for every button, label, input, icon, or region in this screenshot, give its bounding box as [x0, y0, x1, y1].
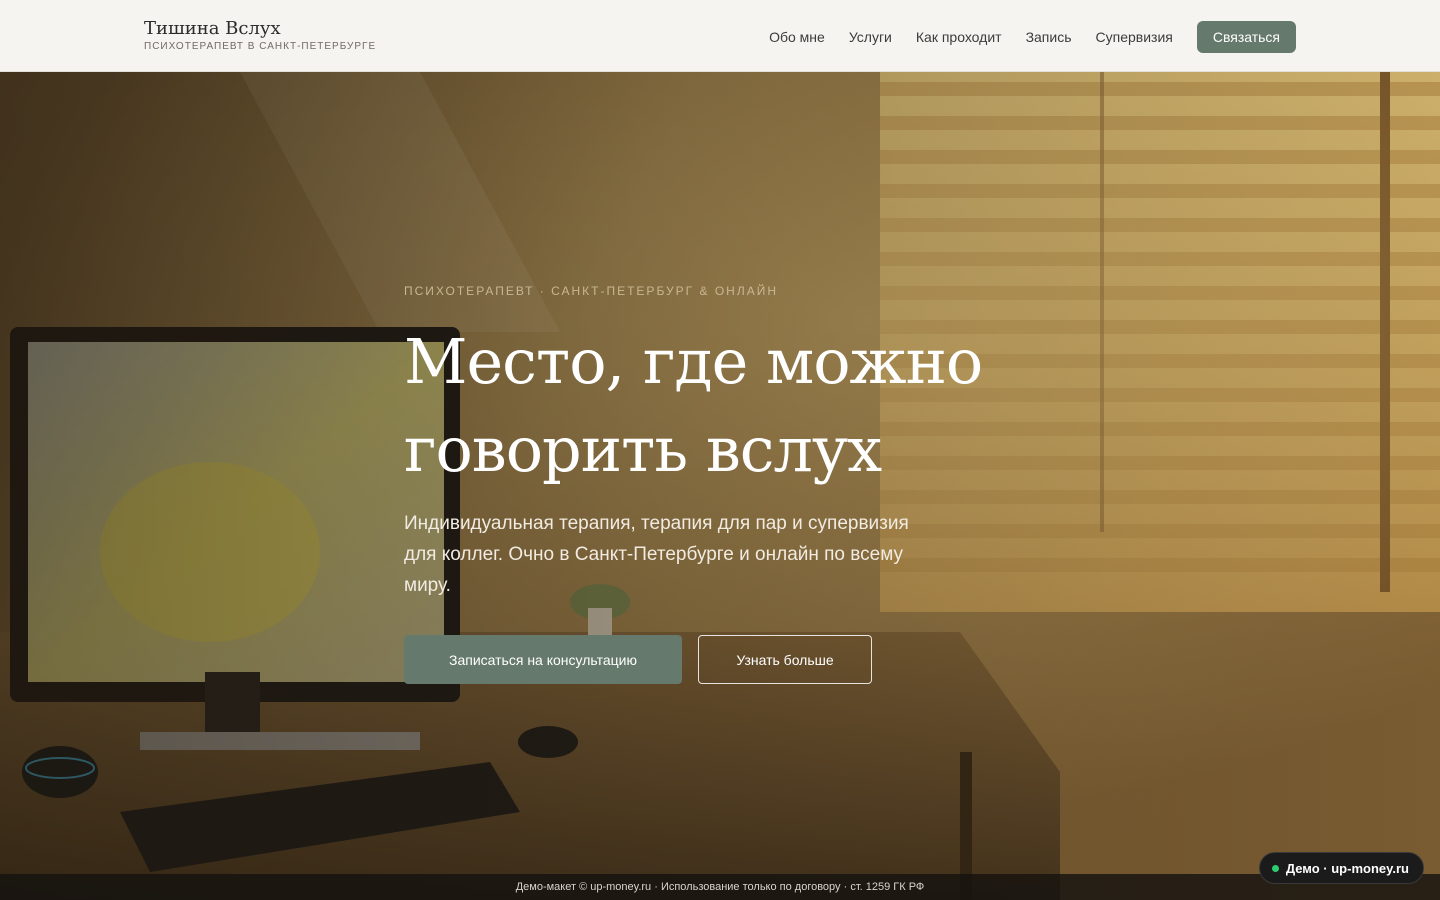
- footer-notice-text: Демо-макет © up-money.ru · Использование…: [515, 881, 925, 893]
- hero-eyebrow: ПСИХОТЕРАПЕВТ · САНКТ-ПЕТЕРБУРГ & ОНЛАЙН: [404, 284, 779, 298]
- book-consultation-button[interactable]: Записаться на консультацию: [404, 635, 682, 684]
- learn-more-button[interactable]: Узнать больше: [698, 635, 872, 684]
- contact-button[interactable]: Связаться: [1196, 21, 1296, 53]
- nav-item-about[interactable]: Обо мне: [769, 29, 825, 45]
- footer-notice: Демо-макет © up-money.ru · Использование…: [0, 874, 1440, 900]
- main-nav: Обо мне Услуги Как проходит Запись Супер…: [769, 21, 1296, 53]
- nav-item-how-it-works[interactable]: Как проходит: [916, 29, 1002, 45]
- demo-badge-label: Демо · up-money.ru: [1285, 860, 1409, 876]
- hero-title-line2: говорить вслух: [404, 413, 882, 486]
- hero-title-line1: Место, где можно: [404, 325, 983, 398]
- brand-logo[interactable]: Тишина Вслух ПСИХОТЕРАПЕВТ В САНКТ-ПЕТЕР…: [144, 18, 376, 52]
- nav-item-booking[interactable]: Запись: [1026, 29, 1072, 45]
- site-header: Тишина Вслух ПСИХОТЕРАПЕВТ В САНКТ-ПЕТЕР…: [0, 0, 1440, 72]
- demo-badge[interactable]: Демо · up-money.ru: [1258, 852, 1424, 884]
- brand-tagline: ПСИХОТЕРАПЕВТ В САНКТ-ПЕТЕРБУРГЕ: [144, 41, 377, 52]
- status-dot-icon: [1271, 864, 1279, 872]
- nav-item-services[interactable]: Услуги: [849, 29, 892, 45]
- brand-name: Тишина Вслух: [144, 18, 281, 39]
- hero-title: Место, где можно говорить вслух: [404, 318, 984, 494]
- hero-lead: Индивидуальная терапия, терапия для пар …: [404, 513, 909, 596]
- hero-content: ПСИХОТЕРАПЕВТ · САНКТ-ПЕТЕРБУРГ & ОНЛАЙН…: [404, 284, 984, 684]
- hero-actions: Записаться на консультацию Узнать больше: [404, 635, 984, 684]
- nav-item-supervision[interactable]: Супервизия: [1096, 29, 1173, 45]
- hero-section: ПСИХОТЕРАПЕВТ · САНКТ-ПЕТЕРБУРГ & ОНЛАЙН…: [0, 72, 1440, 900]
